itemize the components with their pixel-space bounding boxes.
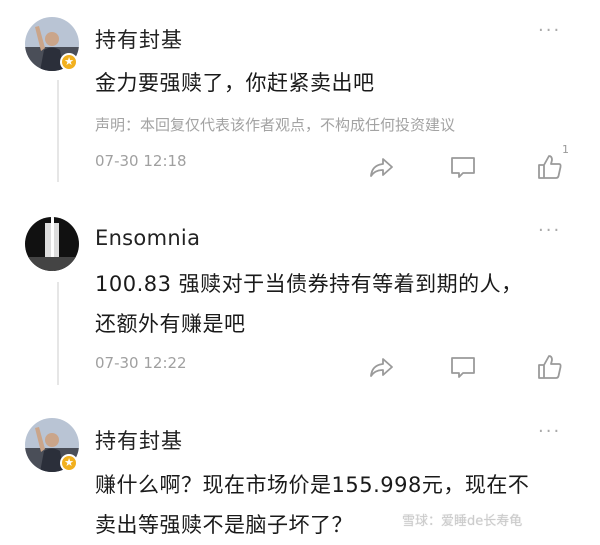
- comment-username[interactable]: 持有封基: [95, 425, 183, 455]
- thumbs-up-icon[interactable]: [535, 352, 565, 382]
- comment-icon[interactable]: [448, 352, 478, 382]
- thumbs-up-icon[interactable]: [535, 152, 565, 182]
- share-icon[interactable]: [366, 152, 396, 182]
- comment-text-line: 100.83 强赎对于当债券持有等着到期的人，: [95, 272, 523, 296]
- like-count: 1: [562, 143, 569, 156]
- comment-username[interactable]: 持有封基: [95, 24, 183, 54]
- comment-text-line: 金力要强赎了，你赶紧卖出吧: [95, 71, 375, 95]
- thread-line: [57, 80, 59, 182]
- more-dots-icon[interactable]: ···: [538, 220, 561, 241]
- timestamp: 07-30 12:18: [95, 152, 187, 170]
- comment-icon[interactable]: [448, 152, 478, 182]
- timestamp: 07-30 12:22: [95, 354, 187, 372]
- thread-line: [57, 282, 59, 385]
- comment-text: 赚什么啊？现在市场价是155.998元，现在不 卖出等强赎不是脑子坏了？: [95, 465, 575, 545]
- comment-text-line: 还额外有赚是吧: [95, 312, 246, 336]
- comment-text: 100.83 强赎对于当债券持有等着到期的人， 还额外有赚是吧: [95, 264, 575, 344]
- star-badge-icon: ★: [60, 454, 78, 472]
- more-dots-icon[interactable]: ···: [538, 20, 561, 41]
- disclaimer-text: 声明：本回复仅代表该作者观点，不构成任何投资建议: [95, 116, 456, 134]
- share-icon[interactable]: [366, 352, 396, 382]
- more-dots-icon[interactable]: ···: [538, 421, 561, 442]
- comment-username[interactable]: Ensomnia: [95, 226, 200, 250]
- star-badge-icon: ★: [60, 53, 78, 71]
- comment-text-line: 赚什么啊？现在市场价是155.998元，现在不: [95, 473, 530, 497]
- avatar[interactable]: [25, 217, 79, 271]
- watermark: 雪球：爱睡de长寿龟: [402, 514, 523, 529]
- comment-text: 金力要强赎了，你赶紧卖出吧: [95, 63, 575, 103]
